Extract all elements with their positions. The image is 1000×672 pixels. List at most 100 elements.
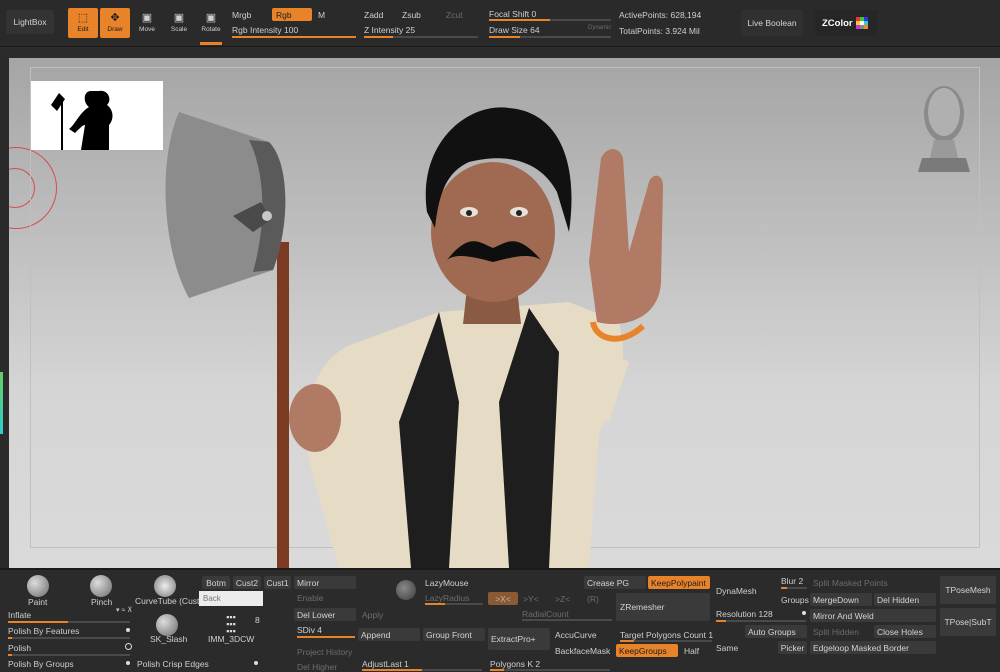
picker-button[interactable]: Picker	[778, 641, 807, 654]
brush-curvetube[interactable]: CurveTube (Cust	[134, 575, 200, 607]
zcolor-button[interactable]: ZColor	[815, 10, 877, 36]
mirror-z-button[interactable]: >Z<	[555, 594, 570, 604]
blur-label: Blur 2	[781, 576, 804, 586]
polish-by-features-slider[interactable]	[8, 637, 130, 639]
polish-crisp-edges-label[interactable]: Polish Crisp Edges	[137, 659, 209, 669]
accucurve-toggle[interactable]: AccuCurve	[555, 630, 597, 640]
slider-fill	[716, 620, 726, 622]
zcolor-label: ZColor	[822, 17, 853, 29]
slider-fill	[297, 636, 355, 638]
draw-button[interactable]: ✥ Draw	[100, 8, 130, 38]
groups-toggle[interactable]: Groups	[781, 595, 809, 605]
project-history-button[interactable]: Project History	[297, 647, 352, 657]
auto-groups-label: Auto Groups	[748, 626, 796, 637]
radial-r-button[interactable]: (R)	[587, 594, 599, 604]
split-masked-points-button[interactable]: Split Masked Points	[813, 578, 888, 588]
mirror-label: Mirror	[297, 577, 320, 588]
del-hidden-button[interactable]: Del Hidden	[874, 593, 936, 606]
polish-slider[interactable]	[8, 654, 130, 656]
brush-sk-slash[interactable]: SK_Slash	[150, 614, 187, 644]
orientation-head-gizmo[interactable]	[914, 82, 974, 174]
focal-shift-slider[interactable]	[489, 19, 611, 21]
same-toggle[interactable]: Same	[716, 643, 738, 653]
lazyradius-slider[interactable]	[425, 603, 483, 605]
rgb-intensity-label: Rgb Intensity 100	[232, 25, 299, 35]
lightbox-button[interactable]: LightBox	[6, 10, 54, 34]
brush-search-input[interactable]	[199, 591, 263, 606]
extract-button[interactable]: ExtractPro+	[488, 628, 550, 650]
canvas-viewport[interactable]	[9, 58, 1000, 568]
keep-groups-toggle[interactable]: KeepGroups	[616, 644, 678, 657]
brush-paint[interactable]: Paint	[24, 575, 52, 607]
blur-slider[interactable]	[781, 587, 807, 589]
mirror-y-button[interactable]: >Y<	[523, 594, 539, 604]
append-button[interactable]: Append	[358, 628, 420, 641]
crease-pg-button[interactable]: Crease PG	[584, 576, 646, 589]
zsub-toggle[interactable]: Zsub	[402, 10, 421, 20]
edgeloop-masked-border-button[interactable]: Edgeloop Masked Border	[810, 641, 936, 654]
merge-down-button[interactable]: MergeDown	[810, 593, 872, 606]
rgb-intensity-slider[interactable]	[232, 36, 356, 38]
inflate-label[interactable]: Inflate	[8, 610, 31, 620]
mirror-x-button[interactable]: >X<	[488, 592, 518, 605]
auto-groups-button[interactable]: Auto Groups	[745, 625, 807, 638]
del-lower-button[interactable]: Del Lower	[294, 608, 356, 621]
brush-imm-3dcw[interactable]: ▪▪▪ ▪▪▪ ▪▪▪ IMM_3DCW	[208, 613, 258, 645]
brush-cust2-button[interactable]: Cust2	[233, 576, 261, 589]
dynamesh-button[interactable]: DynaMesh	[716, 586, 757, 596]
resolution-label: Resolution 128	[716, 609, 773, 619]
tpose-mesh-button[interactable]: TPoseMesh	[940, 576, 996, 604]
slider-fill	[781, 587, 787, 589]
mrgb-toggle[interactable]: Mrgb	[232, 10, 251, 20]
inflate-slider[interactable]	[8, 621, 130, 623]
half-toggle[interactable]: Half	[684, 646, 699, 656]
close-holes-button[interactable]: Close Holes	[874, 625, 936, 638]
curvetube-brush-icon	[154, 575, 176, 597]
group-front-label: Group Front	[426, 629, 472, 640]
tpose-subt-button[interactable]: TPose|SubT	[940, 608, 996, 636]
scale-button[interactable]: ▣ Scale	[164, 8, 194, 38]
draw-size-slider[interactable]	[489, 36, 611, 38]
sdiv-label: SDiv 4	[297, 625, 323, 635]
dynamic-toggle[interactable]: Dynamic	[588, 25, 611, 31]
adjust-last-label: AdjustLast 1	[362, 659, 409, 669]
brush-botm-button[interactable]: Botm	[202, 576, 230, 589]
enable-toggle[interactable]: Enable	[297, 593, 323, 603]
toolbar-divider	[0, 46, 1000, 47]
edit-button[interactable]: ⬚ Edit	[68, 8, 98, 38]
move-button[interactable]: ▣ Move	[132, 8, 162, 38]
rgb-toggle[interactable]: Rgb	[272, 8, 312, 21]
head-gizmo-icon	[918, 86, 970, 172]
live-boolean-button[interactable]: Live Boolean	[741, 10, 803, 36]
keep-polypaint-toggle[interactable]: KeepPolypaint	[648, 576, 710, 589]
rotate-button[interactable]: ▣ Rotate	[196, 8, 226, 38]
mirror-button[interactable]: Mirror	[294, 576, 356, 589]
sdiv-slider[interactable]	[297, 636, 355, 638]
zcut-toggle[interactable]: Zcut	[446, 10, 463, 20]
zremesher-button[interactable]: ZRemesher	[616, 593, 710, 621]
sk-slash-brush-icon	[156, 614, 178, 636]
target-polygons-slider[interactable]	[620, 640, 712, 642]
scale-label: Scale	[170, 26, 188, 33]
split-hidden-button[interactable]: Split Hidden	[813, 627, 859, 637]
lazymouse-toggle[interactable]: LazyMouse	[425, 578, 468, 588]
backface-mask-toggle[interactable]: BackfaceMask	[555, 646, 610, 656]
resolution-slider[interactable]	[716, 620, 806, 622]
focal-shift-label: Focal Shift 0	[489, 9, 537, 19]
group-front-button[interactable]: Group Front	[423, 628, 485, 641]
brush-pinch[interactable]: Pinch	[88, 575, 118, 607]
z-intensity-slider[interactable]	[364, 36, 478, 38]
polish-by-features-label[interactable]: Polish By Features	[8, 626, 79, 636]
move-icon: ▣	[141, 12, 153, 24]
zadd-toggle[interactable]: Zadd	[364, 10, 383, 20]
polish-label[interactable]: Polish	[8, 643, 31, 653]
mirror-and-weld-button[interactable]: Mirror And Weld	[810, 609, 936, 622]
tpose-subt-label: TPose|SubT	[944, 617, 992, 627]
polish-by-groups-label[interactable]: Polish By Groups	[8, 659, 74, 669]
slider-fill	[8, 621, 68, 623]
brush-cust1-button[interactable]: Cust1	[264, 576, 291, 589]
focal-shift-value: 0	[531, 9, 537, 19]
apply-button[interactable]: Apply	[362, 610, 383, 620]
m-toggle[interactable]: M	[318, 10, 325, 20]
radial-count-slider[interactable]	[522, 619, 612, 621]
